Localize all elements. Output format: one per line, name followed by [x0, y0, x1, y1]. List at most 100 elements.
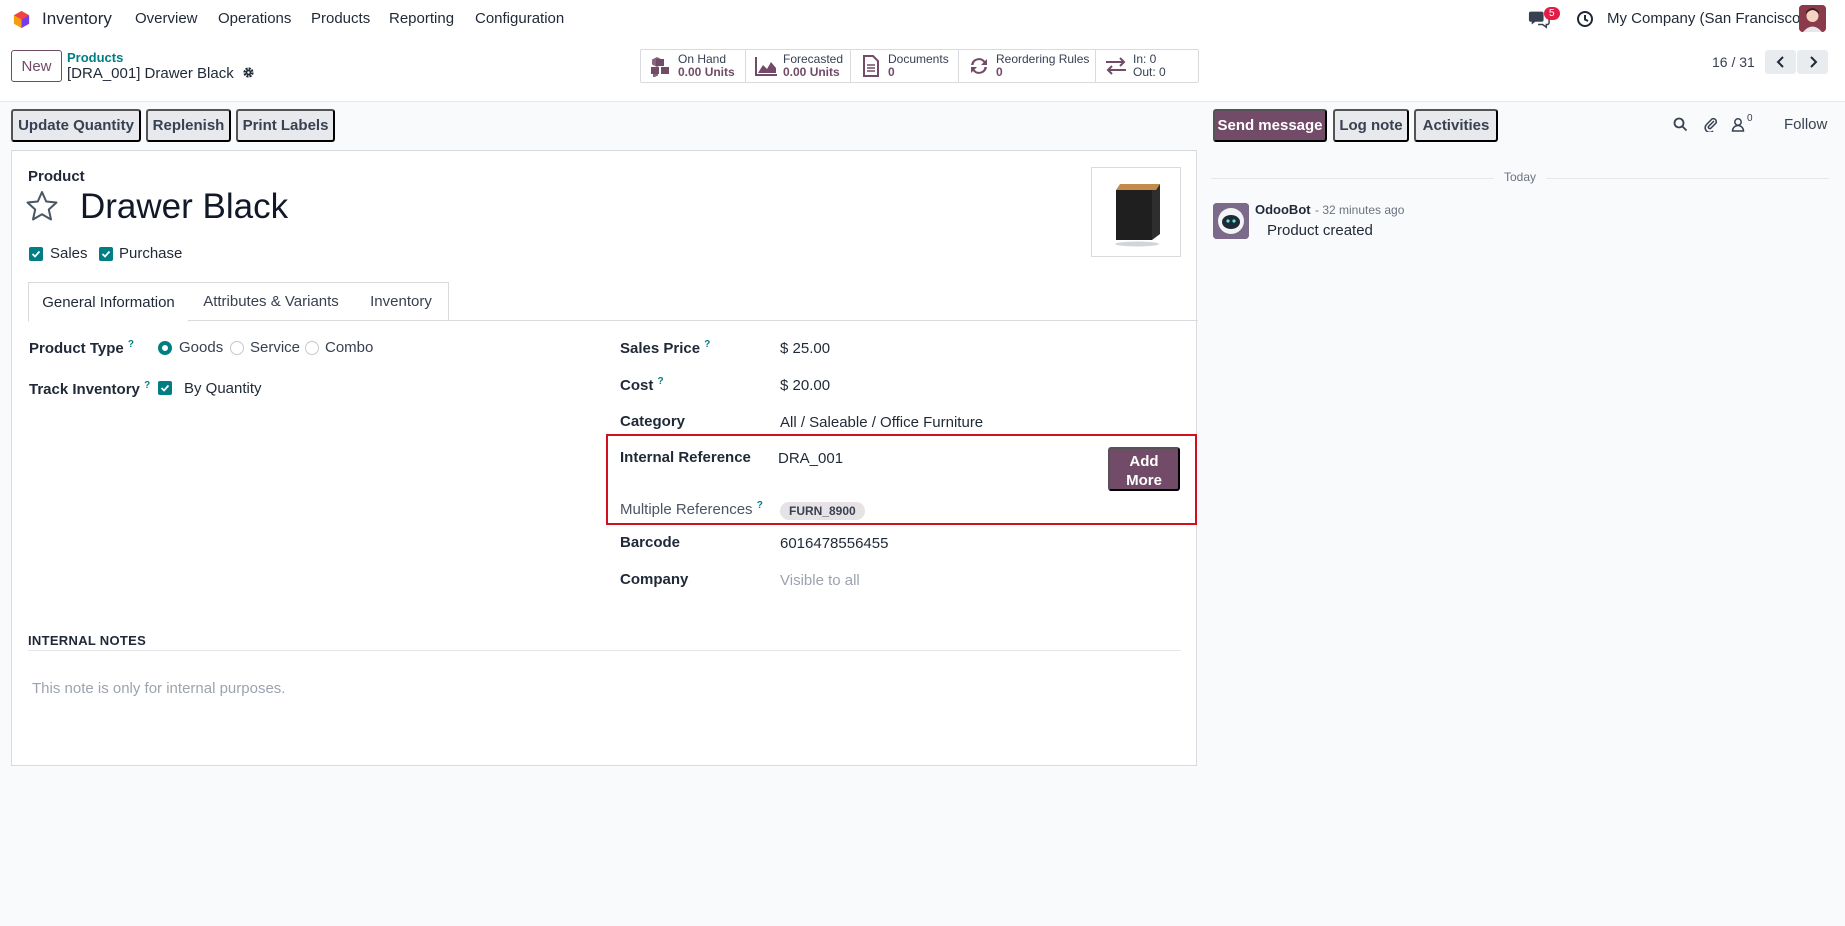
barcode-value[interactable]: 6016478556455 — [780, 535, 888, 552]
user-avatar[interactable] — [1799, 5, 1826, 32]
internal-reference-value[interactable]: DRA_001 — [778, 450, 843, 467]
chevron-right-icon — [1809, 56, 1817, 68]
product-image[interactable] — [1091, 167, 1181, 257]
replenish-button[interactable]: Replenish — [146, 109, 231, 142]
internal-reference-label: Internal Reference — [620, 449, 751, 466]
radio-goods-label: Goods — [179, 339, 224, 356]
notes-divider — [28, 650, 1181, 651]
out-count: Out: 0 — [1133, 65, 1166, 79]
tab-inventory[interactable]: Inventory — [354, 282, 449, 321]
app-name[interactable]: Inventory — [42, 9, 112, 29]
activities-button[interactable]: Activities — [1414, 109, 1498, 142]
odoobot-avatar — [1213, 203, 1249, 239]
new-button[interactable]: New — [11, 50, 62, 82]
help-icon[interactable]: ? — [658, 376, 664, 387]
document-icon — [863, 55, 879, 77]
message-body: Product created — [1267, 222, 1373, 239]
message-time: - 32 minutes ago — [1315, 203, 1405, 217]
pager-previous-button[interactable] — [1765, 50, 1796, 74]
exchange-icon — [1106, 57, 1126, 75]
inventory-app-icon[interactable] — [12, 10, 31, 29]
menu-overview[interactable]: Overview — [135, 10, 198, 27]
cost-value[interactable]: $ 20.00 — [780, 377, 830, 394]
paperclip-icon[interactable] — [1703, 116, 1719, 132]
log-note-button[interactable]: Log note — [1333, 109, 1409, 142]
followers-count: 0 — [1747, 113, 1753, 124]
tab-attributes-variants[interactable]: Attributes & Variants — [188, 282, 355, 321]
check-icon — [160, 384, 170, 392]
breadcrumb-products[interactable]: Products — [67, 50, 123, 65]
check-icon — [101, 250, 111, 258]
category-label: Category — [620, 413, 686, 430]
documents-label: Documents — [888, 52, 949, 66]
documents-value: 0 — [888, 65, 895, 79]
smart-button-forecasted[interactable]: Forecasted 0.00 Units — [746, 50, 851, 82]
menu-products[interactable]: Products — [311, 10, 370, 27]
tab-general-information[interactable]: General Information — [28, 282, 189, 322]
search-icon[interactable] — [1673, 117, 1688, 132]
send-message-button[interactable]: Send message — [1213, 109, 1327, 142]
radio-combo-label: Combo — [325, 339, 374, 356]
help-icon[interactable]: ? — [757, 500, 763, 511]
purchase-checkbox[interactable] — [99, 247, 113, 261]
on-hand-value: 0.00 Units — [678, 65, 735, 79]
messages-count-badge: 5 — [1544, 7, 1560, 20]
sales-label: Sales — [50, 245, 88, 262]
help-icon[interactable]: ? — [144, 380, 150, 391]
on-hand-label: On Hand — [678, 52, 727, 66]
smart-button-documents[interactable]: Documents 0 — [851, 50, 959, 82]
refresh-icon — [971, 58, 987, 74]
update-quantity-button[interactable]: Update Quantity — [11, 109, 141, 142]
radio-service[interactable] — [230, 341, 244, 355]
sales-checkbox[interactable] — [29, 247, 43, 261]
internal-notes-title: INTERNAL NOTES — [28, 633, 147, 648]
purchase-label: Purchase — [119, 245, 183, 262]
internal-notes-input[interactable]: This note is only for internal purposes. — [32, 680, 285, 697]
radio-combo[interactable] — [305, 341, 319, 355]
pager-next-button[interactable] — [1797, 50, 1828, 74]
message-author[interactable]: OdooBot — [1255, 202, 1311, 217]
control-panel: New Products [DRA_001] Drawer Black On H… — [0, 38, 1845, 102]
sales-price-label: Sales Price ? — [620, 339, 711, 357]
reordering-rules-value: 0 — [996, 65, 1003, 79]
category-value[interactable]: All / Saleable / Office Furniture — [780, 414, 983, 431]
product-label: Product — [28, 168, 85, 185]
multiple-references-label: Multiple References ? — [620, 500, 763, 518]
company-switcher[interactable]: My Company (San Francisco) — [1607, 10, 1805, 27]
in-count: In: 0 — [1133, 52, 1157, 66]
menu-operations[interactable]: Operations — [218, 10, 291, 27]
reference-tag[interactable]: FURN_8900 — [780, 502, 865, 520]
track-inventory-value[interactable]: By Quantity — [184, 380, 262, 397]
radio-goods[interactable] — [158, 341, 172, 355]
menu-reporting[interactable]: Reporting — [389, 10, 454, 27]
date-separator: Today — [1494, 170, 1547, 184]
print-labels-button[interactable]: Print Labels — [236, 109, 335, 142]
barcode-label: Barcode — [620, 534, 681, 551]
forecasted-label: Forecasted — [783, 52, 844, 66]
product-name[interactable]: Drawer Black — [80, 187, 288, 227]
form-sheet: Product Drawer Black Sales Purchase Gene… — [11, 150, 1198, 766]
add-more-button[interactable]: Add More — [1108, 447, 1180, 491]
activity-clock-icon[interactable] — [1576, 10, 1594, 28]
pager-value[interactable]: 16 / 31 — [1712, 54, 1755, 70]
help-icon[interactable]: ? — [704, 339, 710, 350]
forecasted-value: 0.00 Units — [783, 65, 840, 79]
followers-icon[interactable] — [1731, 117, 1745, 132]
breadcrumb-current-label: [DRA_001] Drawer Black — [67, 65, 234, 82]
track-inventory-checkbox[interactable] — [158, 381, 172, 395]
help-icon[interactable]: ? — [128, 339, 134, 350]
chevron-left-icon — [1776, 56, 1784, 68]
company-label: Company — [620, 571, 689, 588]
smart-button-in-out[interactable]: In: 0 Out: 0 — [1096, 50, 1198, 82]
reordering-rules-label: Reordering Rules — [996, 52, 1090, 66]
smart-button-on-hand[interactable]: On Hand 0.00 Units — [641, 50, 746, 82]
star-favorite-icon[interactable] — [26, 190, 58, 222]
gear-icon[interactable] — [242, 66, 255, 79]
top-navbar: Inventory Overview Operations Products R… — [0, 0, 1845, 38]
company-field[interactable]: Visible to all — [780, 572, 860, 589]
follow-button[interactable]: Follow — [1784, 116, 1827, 133]
smart-buttons: On Hand 0.00 Units Forecasted 0.00 Units D… — [640, 49, 1199, 83]
menu-configuration[interactable]: Configuration — [475, 10, 564, 27]
smart-button-reordering-rules[interactable]: Reordering Rules 0 — [959, 50, 1096, 82]
sales-price-value[interactable]: $ 25.00 — [780, 340, 830, 357]
